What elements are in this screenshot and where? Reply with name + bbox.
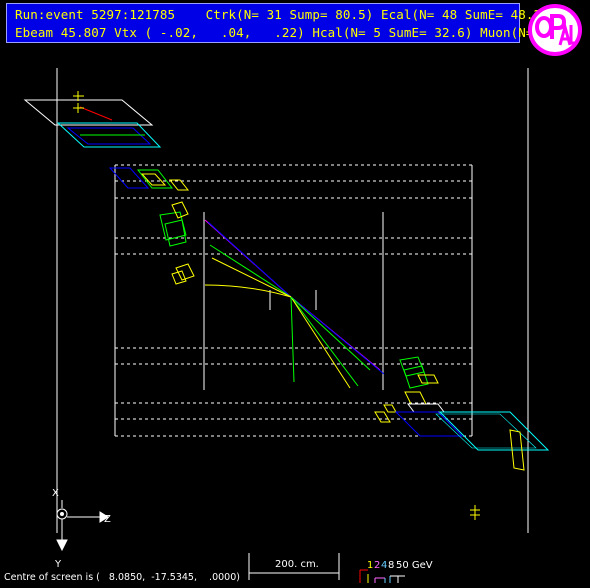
energy-digit-1: 1 [367, 560, 373, 571]
axes-indicator [56, 500, 109, 552]
upper-calorimeter-blocks [108, 167, 195, 285]
energy-digit-2: 2 [374, 560, 380, 571]
y-axis-label: Y [54, 559, 62, 570]
centre-of-screen-text: Centre of screen is ( 8.0850, -17.5345, … [4, 572, 240, 583]
energy-scale-bars [359, 569, 405, 583]
event-display: Run:event 5297:121785 Ctrk(N= 31 Sump= 8… [0, 0, 590, 588]
x-axis-label: X [52, 488, 59, 499]
lower-right-chamber [435, 411, 550, 520]
particle-tracks [204, 219, 385, 389]
energy-digit-4: 4 [381, 560, 387, 571]
detector-view: X Z Y 200. cm. 1 2 4 8 50 GeV [23, 68, 550, 583]
z-axis-label: Z [104, 514, 111, 525]
upper-left-chamber [23, 91, 162, 148]
energy-digit-8: 8 [388, 560, 394, 571]
scale-bar-label: 200. cm. [275, 559, 319, 570]
energy-unit-label: 50 GeV [396, 560, 433, 571]
lower-calorimeter-blocks [374, 356, 464, 437]
outer-frame [56, 68, 529, 533]
